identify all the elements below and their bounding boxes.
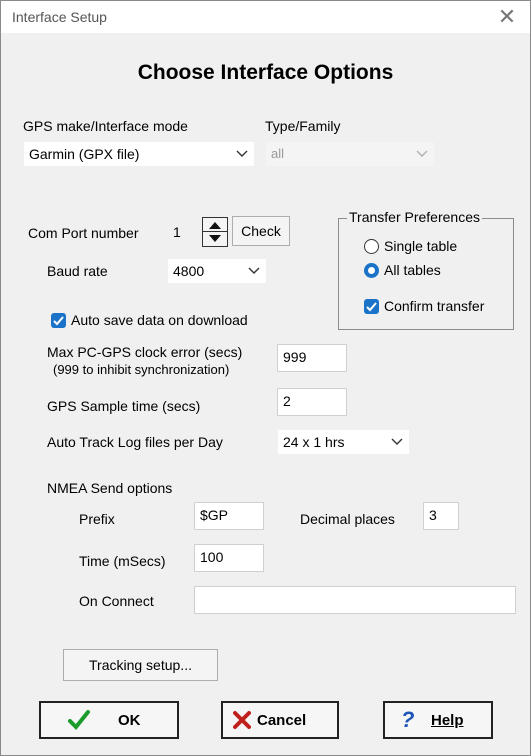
baud-rate-select[interactable]: 4800 [167, 258, 267, 284]
time-msecs-input[interactable]: 100 [194, 544, 264, 572]
time-msecs-value: 100 [200, 549, 224, 565]
on-connect-input[interactable] [194, 586, 516, 614]
track-log-label: Auto Track Log files per Day [47, 434, 223, 450]
tracking-setup-button[interactable]: Tracking setup... [63, 649, 218, 681]
chevron-down-icon [416, 150, 428, 157]
cancel-button[interactable]: Cancel [221, 701, 339, 739]
confirm-transfer-checkbox[interactable] [364, 299, 379, 314]
auto-save-label[interactable]: Auto save data on download [71, 312, 248, 328]
decimal-places-input[interactable]: 3 [423, 502, 459, 530]
prefix-value: $GP [200, 507, 229, 523]
help-label: Help [431, 712, 464, 729]
spin-up-icon[interactable] [208, 221, 222, 230]
checkmark-icon [53, 316, 64, 326]
track-log-value: 24 x 1 hrs [283, 434, 345, 450]
close-icon[interactable]: ✕ [492, 3, 522, 31]
track-log-select[interactable]: 24 x 1 hrs [277, 429, 410, 455]
nmea-send-options-label: NMEA Send options [47, 480, 173, 496]
com-port-input[interactable]: 1 [169, 219, 201, 245]
ok-button[interactable]: OK [39, 701, 179, 739]
check-icon [68, 710, 90, 730]
help-button[interactable]: ? Help [383, 701, 493, 739]
checkmark-icon [366, 302, 377, 312]
help-question-icon: ? [401, 707, 415, 732]
gps-mode-label: GPS make/Interface mode [23, 118, 188, 134]
all-tables-radio[interactable] [364, 263, 379, 278]
ok-label: OK [118, 712, 141, 729]
baud-rate-value: 4800 [173, 263, 205, 279]
time-msecs-label: Time (mSecs) [79, 553, 166, 569]
page-title: Choose Interface Options [137, 61, 394, 84]
single-table-label[interactable]: Single table [384, 238, 457, 254]
chevron-down-icon [248, 267, 260, 274]
window-title: Interface Setup [12, 9, 107, 25]
interface-setup-dialog: Interface Setup ✕ Choose Interface Optio… [0, 0, 531, 756]
com-port-label: Com Port number [28, 225, 139, 241]
clock-error-label: Max PC-GPS clock error (secs) [47, 344, 243, 360]
all-tables-label[interactable]: All tables [384, 262, 441, 278]
sample-time-input[interactable]: 2 [277, 388, 347, 416]
check-button[interactable]: Check [232, 216, 290, 246]
type-family-label: Type/Family [265, 118, 341, 134]
prefix-input[interactable]: $GP [194, 502, 264, 530]
clock-error-note: (999 to inhibit synchronization) [53, 362, 230, 377]
chevron-down-icon [391, 438, 403, 445]
chevron-down-icon [236, 150, 248, 157]
title-bar: Interface Setup ✕ [1, 1, 530, 33]
sample-time-value: 2 [283, 393, 291, 409]
on-connect-label: On Connect [79, 593, 154, 609]
type-family-select[interactable]: all [265, 141, 435, 167]
confirm-transfer-label[interactable]: Confirm transfer [384, 298, 484, 314]
decimal-places-value: 3 [429, 507, 437, 523]
gps-mode-value: Garmin (GPX file) [29, 146, 140, 162]
com-port-spinner[interactable] [202, 217, 228, 247]
sample-time-label: GPS Sample time (secs) [47, 398, 201, 414]
clock-error-input[interactable]: 999 [277, 344, 347, 372]
com-port-value: 1 [173, 224, 181, 240]
clock-error-value: 999 [283, 349, 307, 365]
auto-save-checkbox[interactable] [51, 313, 66, 328]
cancel-x-icon [233, 711, 251, 729]
cancel-label: Cancel [257, 712, 307, 729]
gps-mode-select[interactable]: Garmin (GPX file) [23, 141, 255, 167]
spin-down-icon[interactable] [208, 234, 222, 243]
type-family-value: all [271, 146, 285, 161]
baud-rate-label: Baud rate [47, 263, 108, 279]
prefix-label: Prefix [79, 511, 115, 527]
single-table-radio[interactable] [364, 239, 379, 254]
transfer-preferences-title: Transfer Preferences [347, 209, 482, 225]
decimal-places-label: Decimal places [300, 511, 395, 527]
